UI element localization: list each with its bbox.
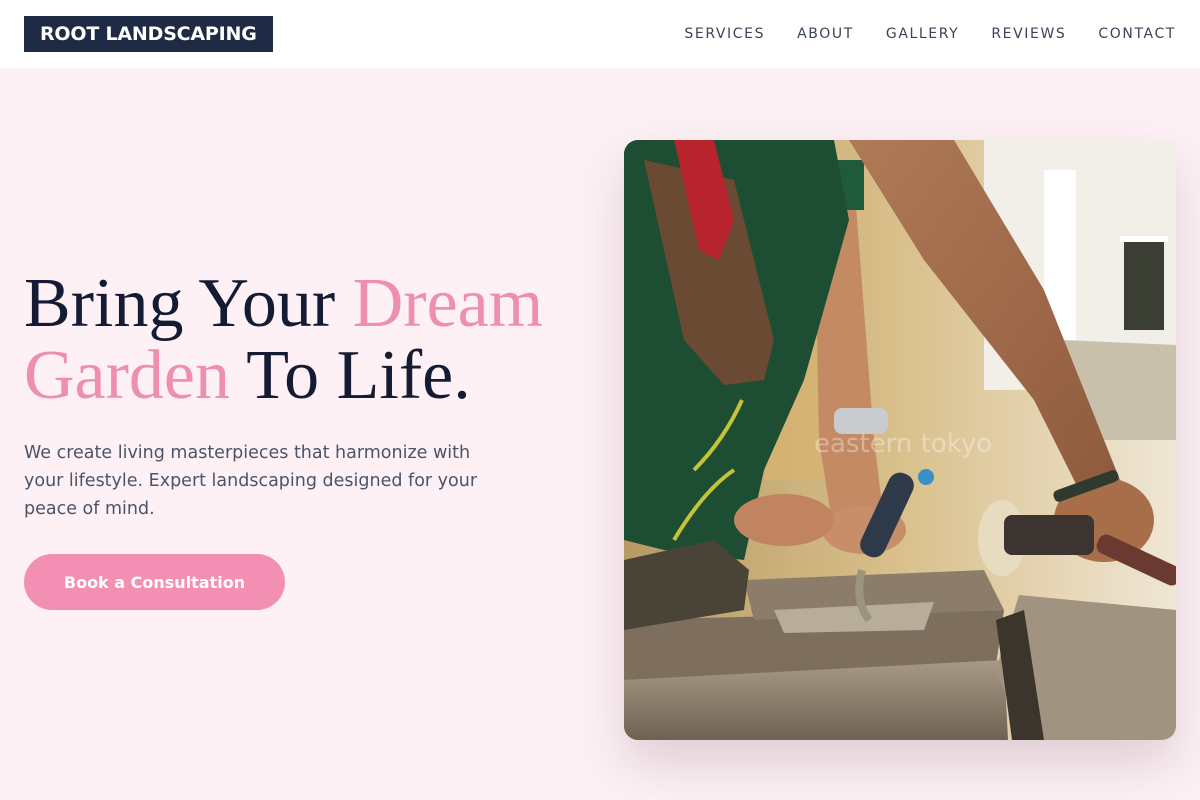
- nav-link-gallery[interactable]: GALLERY: [886, 26, 959, 42]
- landscaper-photo-icon: eastern tokyo: [624, 140, 1176, 740]
- hero-title-part1: Bring Your: [24, 265, 353, 342]
- hero-title: Bring Your Dream Garden To Life.: [24, 268, 604, 412]
- main-nav: SERVICES ABOUT GALLERY REVIEWS CONTACT: [652, 26, 1176, 42]
- nav-link-reviews[interactable]: REVIEWS: [991, 26, 1066, 42]
- nav-link-about[interactable]: ABOUT: [797, 26, 854, 42]
- site-logo[interactable]: ROOT LANDSCAPING: [24, 16, 273, 52]
- hero-title-accent-dream: Dream: [352, 265, 544, 342]
- nav-link-contact[interactable]: CONTACT: [1098, 26, 1176, 42]
- image-watermark: eastern tokyo: [814, 429, 992, 459]
- hero-image: eastern tokyo: [624, 140, 1176, 740]
- book-consultation-button[interactable]: Book a Consultation: [24, 554, 285, 610]
- hero-subtitle: We create living masterpieces that harmo…: [24, 443, 478, 519]
- nav-link-services[interactable]: SERVICES: [684, 26, 765, 42]
- hero-title-part2: To Life.: [230, 337, 471, 414]
- site-header: ROOT LANDSCAPING SERVICES ABOUT GALLERY …: [0, 0, 1200, 68]
- hero-title-accent-garden: Garden: [24, 337, 231, 414]
